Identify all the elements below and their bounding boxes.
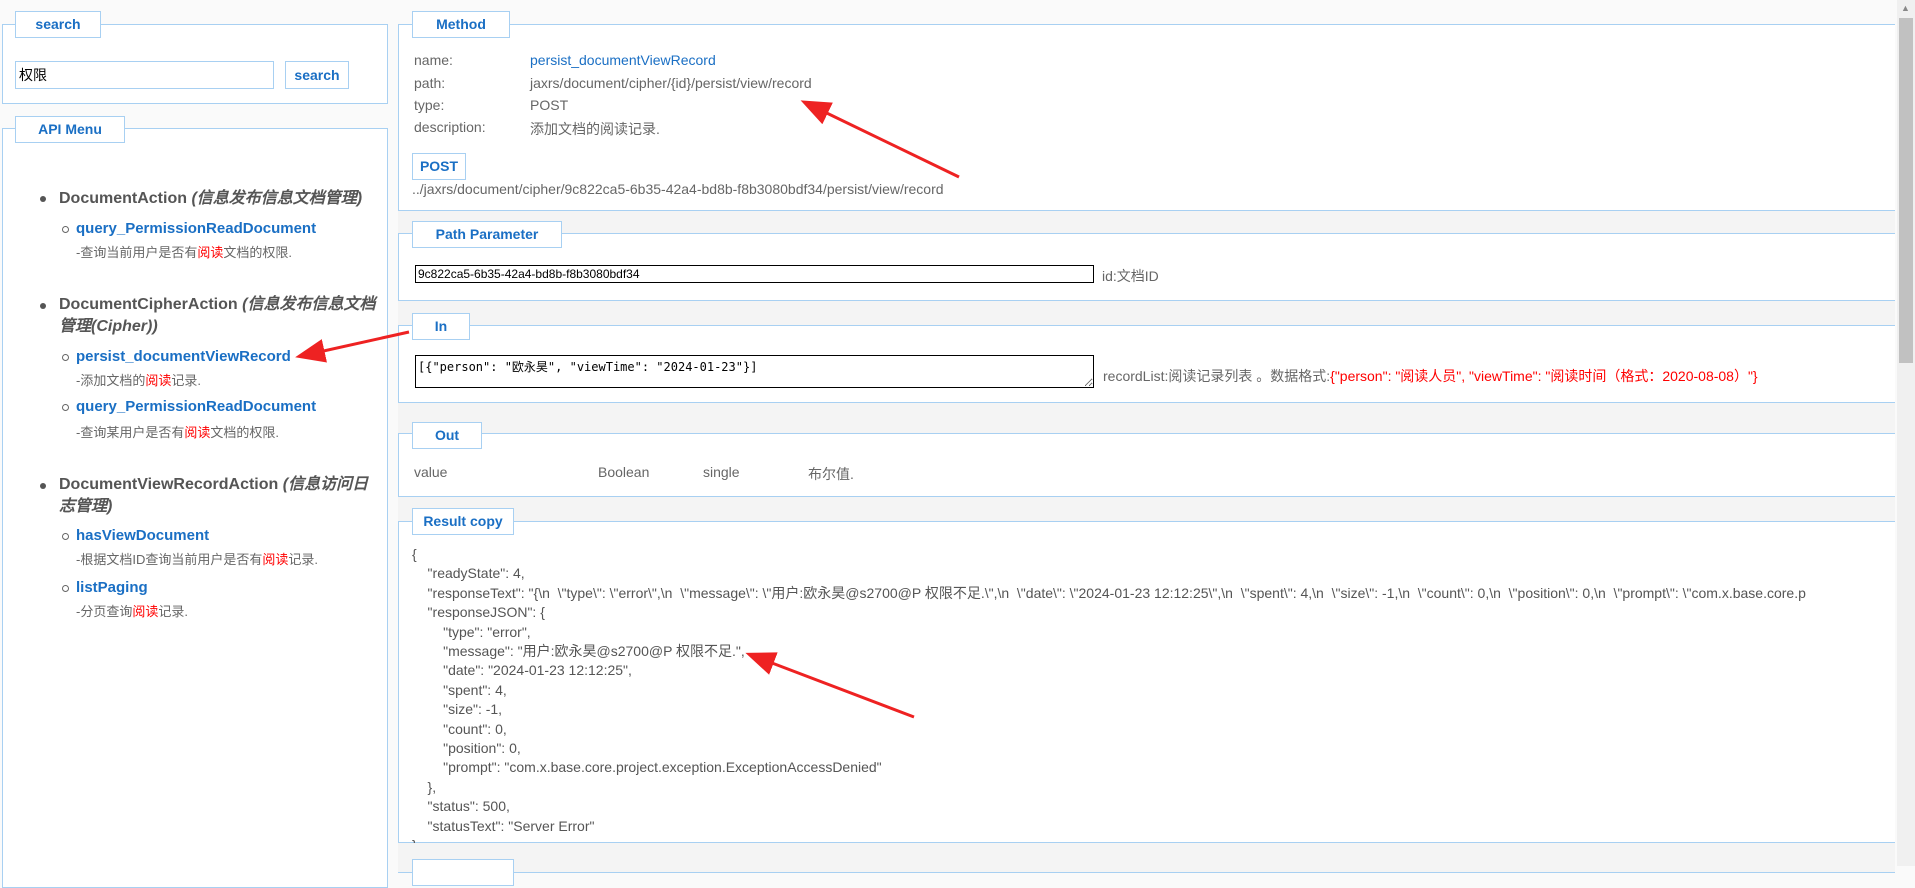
red-arrow-icon <box>800 100 960 179</box>
red-arrow-icon <box>295 330 410 363</box>
red-arrow-icon <box>745 652 915 719</box>
annotation-arrows <box>295 100 960 719</box>
